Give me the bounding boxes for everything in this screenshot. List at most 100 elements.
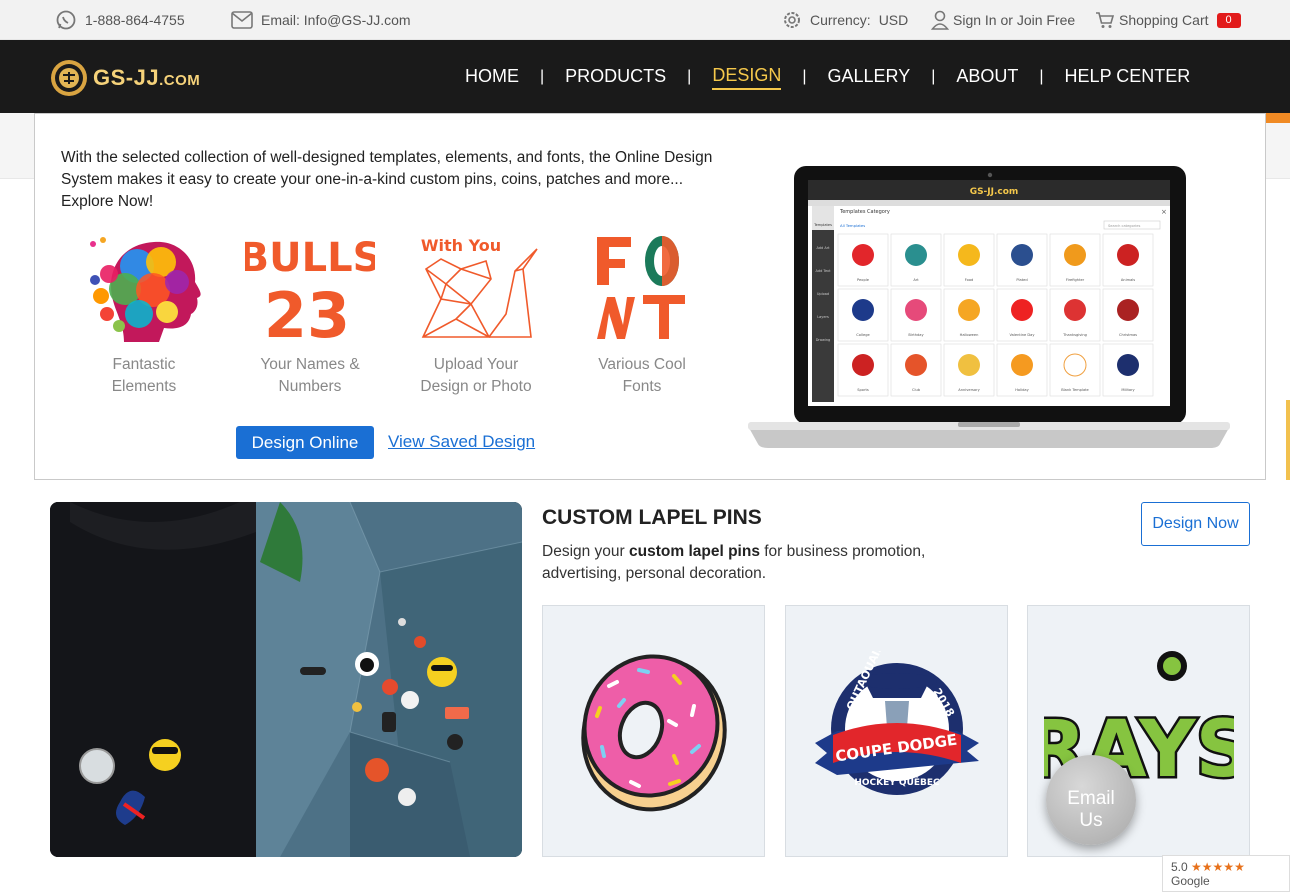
template-thumbnail-icon [1064, 244, 1086, 266]
template-thumbnail-icon [1063, 353, 1087, 377]
feature-caption: Fantastic Elements [111, 356, 177, 395]
template-label: Animals [1121, 278, 1135, 282]
template-thumbnail-icon [852, 299, 874, 321]
email-address: Email: Info@GS-JJ.com [261, 12, 411, 28]
svg-text:BULLS: BULLS [245, 235, 375, 281]
template-thumbnail-icon [1064, 299, 1086, 321]
main-navbar: GS-JJ.COM HOME | PRODUCTS | DESIGN | GAL… [0, 40, 1290, 113]
svg-text:HOCKEY QUÉBEC: HOCKEY QUÉBEC [854, 776, 940, 788]
nav-separator: | [1039, 67, 1044, 85]
svg-text:All Templates: All Templates [840, 223, 865, 228]
nav-separator: | [687, 67, 692, 85]
feature-fonts[interactable]: Various Cool Fonts [559, 224, 725, 398]
template-label: People [857, 278, 870, 282]
template-thumbnail-icon [905, 299, 927, 321]
template-thumbnail-icon [1117, 354, 1139, 376]
google-rating-badge[interactable]: 5.0 ★★★★★ Google [1162, 855, 1290, 892]
currency-selector[interactable]: Currency: USD [782, 0, 908, 40]
phone-contact[interactable]: 1-888-864-4755 [55, 0, 185, 40]
template-thumbnail-icon [958, 299, 980, 321]
feature-caption: Upload Your Design or Photo [420, 356, 532, 395]
shopping-cart-link[interactable]: Shopping Cart 0 [1095, 0, 1241, 40]
nav-help-center[interactable]: HELP CENTER [1065, 64, 1191, 89]
svg-text:Add Text: Add Text [816, 269, 832, 273]
nav-products[interactable]: PRODUCTS [565, 64, 666, 89]
template-thumbnail-icon [958, 354, 980, 376]
svg-text:With You: With You [421, 236, 501, 255]
template-thumbnail-icon [1011, 244, 1033, 266]
template-label: Firefighter [1066, 278, 1085, 282]
template-thumbnail-icon [1011, 299, 1033, 321]
font-letters-icon [559, 224, 725, 354]
colorful-head-icon [61, 224, 227, 354]
template-label: Military [1121, 388, 1135, 392]
svg-text:Templates Category: Templates Category [839, 209, 890, 215]
logo-wordmark: GS-JJ.COM [93, 65, 201, 90]
template-label: Anniversary [958, 388, 980, 392]
template-label: Sports [857, 388, 869, 392]
svg-text:Layers: Layers [817, 315, 829, 319]
envelope-icon [231, 11, 253, 29]
nav-about[interactable]: ABOUT [956, 64, 1018, 89]
laptop-preview: GS-JJ.com Templates Add Art Add Text Upl… [748, 164, 1230, 454]
template-thumbnail-icon [1117, 244, 1139, 266]
nav-design[interactable]: DESIGN [712, 63, 782, 90]
design-now-button[interactable]: Design Now [1141, 502, 1250, 546]
template-label: Christmas [1119, 333, 1137, 337]
svg-text:Drawing: Drawing [816, 338, 831, 342]
product-card-coupe-dodge[interactable]: OUTAOUAIS 2018 COUPE DODGE HOCKEY QUÉBEC [785, 605, 1008, 857]
svg-text:GS-JJ.com: GS-JJ.com [970, 187, 1019, 197]
design-features: Fantastic Elements BULLS 23 Your Names & N… [61, 224, 725, 398]
nav-separator: | [802, 67, 807, 85]
feature-upload[interactable]: With You Upload Your Design or Photo [393, 224, 559, 398]
nav-separator: | [540, 67, 545, 85]
template-label: Blank Template [1061, 388, 1089, 392]
view-saved-design-link[interactable]: View Saved Design [388, 432, 535, 452]
email-contact[interactable]: Email: Info@GS-JJ.com [231, 0, 411, 40]
svg-text:Search categories: Search categories [1108, 224, 1140, 228]
template-label: Valentine Day [1009, 333, 1035, 337]
cart-label: Shopping Cart [1119, 12, 1209, 28]
currency-value: USD [878, 12, 909, 28]
template-thumbnail-icon [852, 354, 874, 376]
side-tab-edge [1286, 400, 1290, 480]
template-thumbnail-icon [852, 244, 874, 266]
section-description: Design your custom lapel pins for busine… [542, 543, 926, 582]
sign-in-link[interactable]: Sign In or Join Free [931, 0, 1075, 40]
template-thumbnail-icon [958, 244, 980, 266]
template-thumbnail-icon [905, 244, 927, 266]
nav-separator: | [931, 67, 936, 85]
template-label: Club [912, 388, 921, 392]
nav-home[interactable]: HOME [465, 64, 519, 89]
template-thumbnail-icon [1011, 354, 1033, 376]
template-label: Holiday [1015, 388, 1029, 392]
feature-names-numbers[interactable]: BULLS 23 Your Names & Numbers [227, 224, 393, 398]
orange-accent-tab [1266, 113, 1290, 123]
template-label: College [856, 333, 870, 337]
template-label: Halloween [960, 333, 979, 337]
currency-label: Currency: [810, 12, 871, 28]
nav-gallery[interactable]: GALLERY [828, 64, 911, 89]
svg-text:23: 23 [264, 279, 350, 349]
donut-pin-image [580, 654, 727, 812]
product-card-donut[interactable] [542, 605, 765, 857]
gear-icon [782, 10, 802, 30]
feature-caption: Various Cool Fonts [598, 356, 686, 395]
design-intro-text: With the selected collection of well-des… [61, 149, 713, 210]
design-online-button[interactable]: Design Online [236, 426, 374, 459]
lapel-pins-hero-image [50, 502, 522, 857]
svg-text:Templates: Templates [813, 223, 832, 227]
site-logo[interactable]: GS-JJ.COM [49, 58, 200, 98]
svg-text:×: × [1161, 208, 1167, 216]
email-us-button[interactable]: Email Us [1046, 755, 1136, 845]
template-thumbnail-icon [905, 354, 927, 376]
template-label: Thanksgiving [1062, 333, 1087, 337]
coupe-dodge-pin-image: OUTAOUAIS 2018 COUPE DODGE HOCKEY QUÉBEC [814, 651, 979, 795]
design-dropdown-panel: With the selected collection of well-des… [34, 113, 1266, 480]
cart-icon [1095, 11, 1115, 29]
feature-elements[interactable]: Fantastic Elements [61, 224, 227, 398]
phone-number: 1-888-864-4755 [85, 12, 185, 28]
template-label: Food [965, 278, 974, 282]
top-utility-bar: 1-888-864-4755 Email: Info@GS-JJ.com Cur… [0, 0, 1290, 40]
cart-count-badge: 0 [1216, 12, 1241, 28]
